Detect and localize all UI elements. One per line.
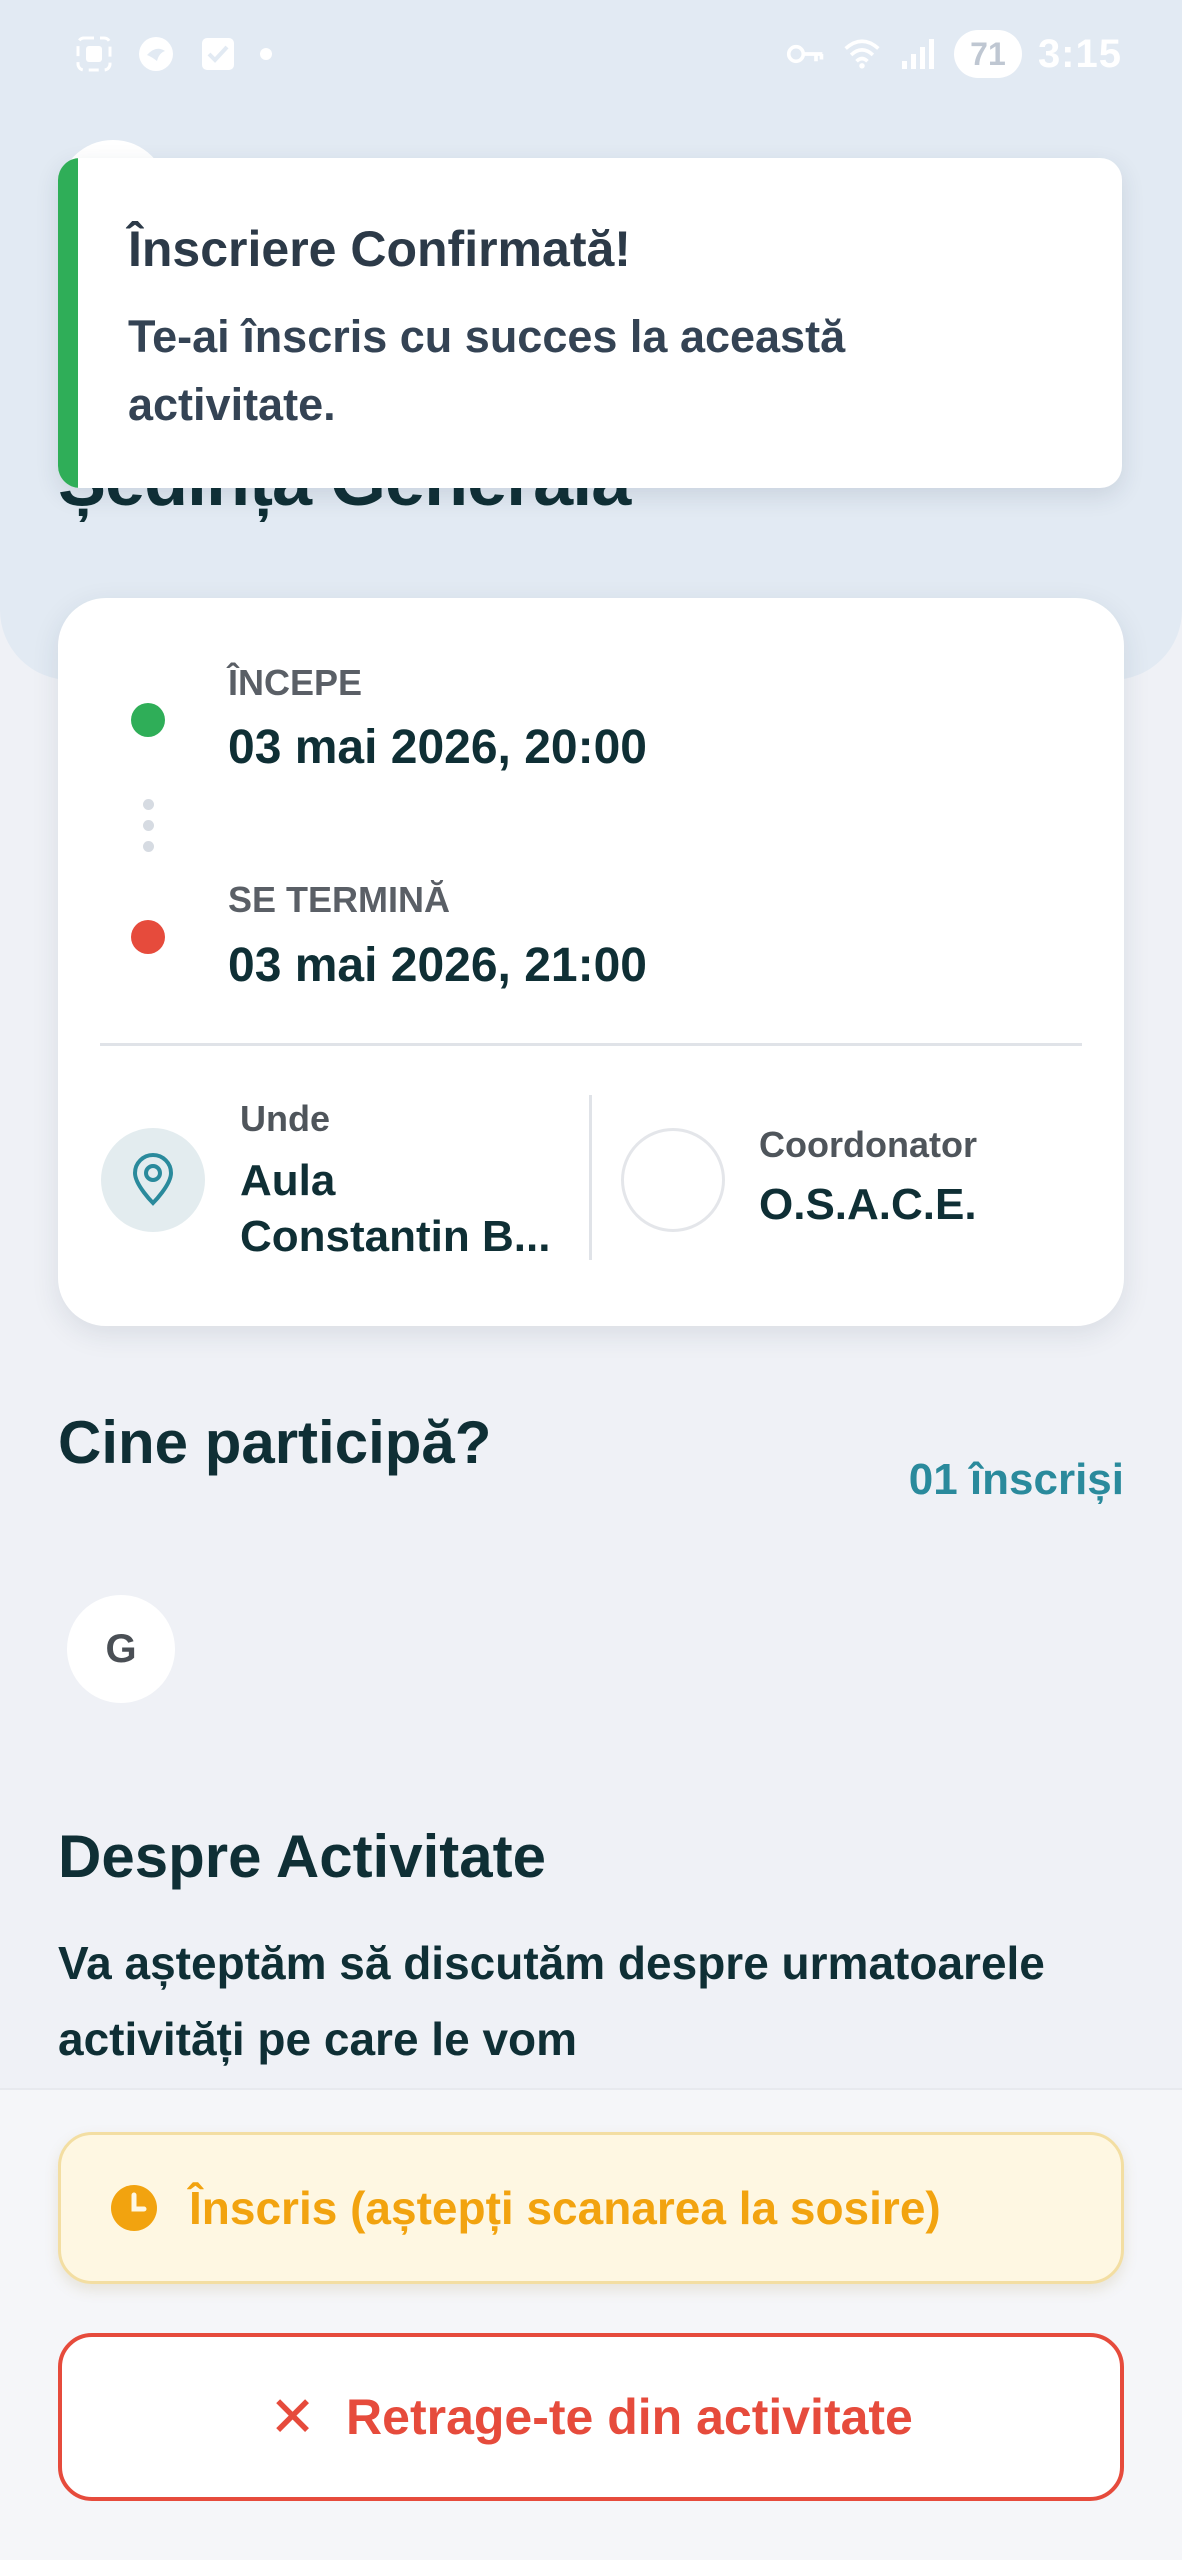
- registration-status-pill: Înscris (aștepți scanarea la sosire): [58, 2132, 1124, 2284]
- connector-dot: [143, 799, 154, 810]
- close-icon: ✕: [269, 2385, 317, 2448]
- location-label: Unde: [240, 1098, 330, 1139]
- participant-avatar[interactable]: G: [67, 1595, 175, 1703]
- screenshot-icon: [74, 34, 114, 74]
- status-bar-left: [74, 34, 272, 74]
- clock: 3:15: [1037, 31, 1122, 76]
- registration-status-text: Înscris (aștepți scanarea la sosire): [189, 2182, 941, 2234]
- toast-accent-bar: [58, 158, 78, 488]
- enrolled-count[interactable]: 01 înscriși: [909, 1455, 1124, 1505]
- toast-message: Te-ai înscris cu succes la această activ…: [128, 311, 846, 430]
- start-value: 03 mai 2026, 20:00: [228, 721, 647, 774]
- connector-dot: [143, 841, 154, 852]
- confirmation-toast[interactable]: Înscriere Confirmată! Te-ai înscris cu s…: [58, 158, 1122, 488]
- end-value: 03 mai 2026, 21:00: [228, 939, 647, 992]
- status-bar-right: 71 3:15: [786, 30, 1122, 78]
- toast-title: Înscriere Confirmată!: [128, 221, 631, 277]
- end-label: SE TERMINĂ: [228, 879, 451, 920]
- battery-indicator: 71: [953, 30, 1022, 78]
- location-pin-icon: [101, 1128, 205, 1232]
- withdraw-button-label: Retrage-te din activitate: [346, 2389, 913, 2445]
- key-icon: [786, 34, 826, 74]
- bird-icon: [136, 34, 176, 74]
- about-description: Va așteptăm să discutăm despre urmatoare…: [58, 1937, 1045, 2065]
- participants-title: Cine participă?: [58, 1409, 492, 1476]
- vertical-divider: [589, 1095, 592, 1260]
- end-status-dot: [131, 920, 165, 954]
- start-status-dot: [131, 703, 165, 737]
- about-title: Despre Activitate: [58, 1823, 546, 1890]
- check-icon: [198, 34, 238, 74]
- coordinator-avatar: [621, 1128, 725, 1232]
- coordinator-value: O.S.A.C.E.: [759, 1180, 977, 1229]
- coordinator-label: Coordonator: [759, 1124, 977, 1165]
- activity-info-card: ÎNCEPE 03 mai 2026, 20:00 SE TERMINĂ 03 …: [58, 598, 1124, 1326]
- signal-icon: [898, 34, 938, 74]
- clock-icon: [111, 2185, 157, 2231]
- location-value: Aula Constantin B...: [240, 1156, 551, 1261]
- dot-icon: [260, 48, 272, 60]
- wifi-icon: [842, 34, 882, 74]
- start-label: ÎNCEPE: [228, 662, 363, 703]
- card-divider: [100, 1043, 1082, 1046]
- withdraw-button[interactable]: ✕ Retrage-te din activitate: [58, 2333, 1124, 2501]
- connector-dot: [143, 820, 154, 831]
- status-bar: 71 3:15: [0, 0, 1182, 110]
